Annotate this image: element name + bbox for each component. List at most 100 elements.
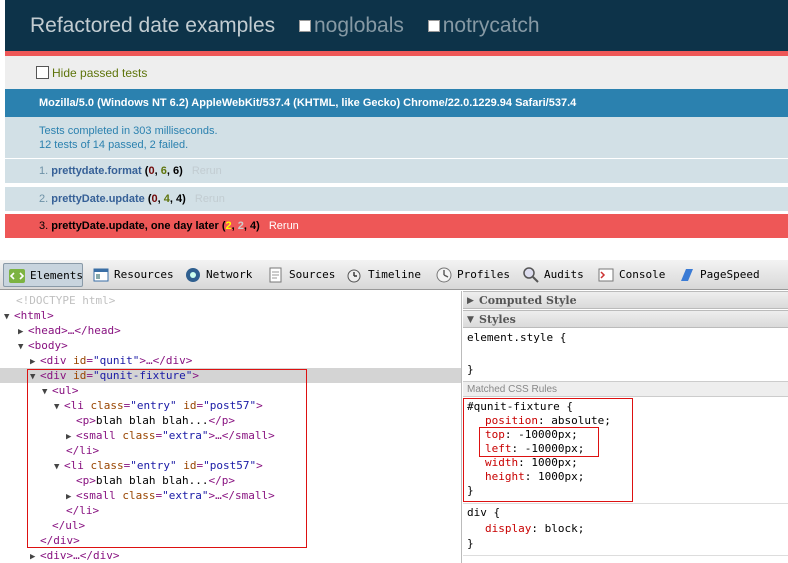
- tag-text: <div>…</div>: [40, 549, 120, 562]
- dom-node-html[interactable]: ▼ <html>: [0, 308, 461, 323]
- styles-header[interactable]: ▼ Styles: [463, 310, 788, 328]
- tab-label: Audits: [544, 268, 584, 281]
- passed-count: 4: [163, 193, 170, 205]
- divider: [463, 503, 788, 504]
- styles-sidebar: ▶ Computed Style ▼ Styles element.style { …: [463, 291, 788, 563]
- total-count: 4: [176, 193, 183, 205]
- passed-count: 6: [160, 165, 167, 177]
- tab-label: Resources: [114, 268, 174, 281]
- failed-count: 0: [151, 193, 158, 205]
- devtools-toolbar: Elements Resources Network Sources Timel…: [0, 260, 788, 290]
- result-time: Tests completed in 303 milliseconds.: [39, 125, 218, 137]
- total-count: 4: [249, 220, 257, 232]
- expand-triangle-icon: ▼: [467, 315, 474, 325]
- test-name[interactable]: prettyDate.update: [51, 193, 145, 205]
- collapse-triangle-icon: ▶: [467, 296, 474, 306]
- tab-sources[interactable]: Sources: [263, 263, 335, 287]
- tab-label: Elements: [30, 269, 83, 282]
- notrycatch-label[interactable]: notrycatch: [443, 14, 540, 37]
- pagespeed-icon: [678, 266, 696, 284]
- notrycatch-checkbox[interactable]: notrycatch: [427, 0, 540, 51]
- sources-icon: [267, 266, 285, 284]
- rerun-link[interactable]: Rerun: [195, 193, 225, 205]
- test-name[interactable]: prettyDate.update, one day later: [51, 220, 219, 232]
- tag-text: <html>: [14, 309, 54, 322]
- resources-icon: [92, 266, 110, 284]
- tab-label: Network: [206, 268, 253, 281]
- user-agent: Mozilla/5.0 (Windows NT 6.2) AppleWebKit…: [5, 89, 788, 117]
- result-counts: 12 tests of 14 passed, 2 failed.: [39, 139, 189, 151]
- tab-resources[interactable]: Resources: [88, 263, 174, 287]
- tab-timeline[interactable]: Timeline: [342, 263, 421, 287]
- div-selector[interactable]: div {: [467, 506, 500, 520]
- page-title[interactable]: Refactored date examples: [30, 14, 275, 37]
- passed-count: 2: [237, 220, 244, 232]
- timeline-icon: [346, 266, 364, 284]
- dom-node-div-collapsed[interactable]: ▶ <div>…</div>: [0, 548, 461, 563]
- test-counts: (0, 6, 6): [144, 165, 183, 177]
- test-number: 3.: [39, 220, 49, 232]
- test-number: 1.: [39, 165, 49, 177]
- attr-value: "qunit": [93, 354, 140, 367]
- test-item[interactable]: 1. prettydate.format (0, 6, 6) Rerun: [5, 159, 788, 183]
- collapse-triangle-icon[interactable]: ▶: [30, 550, 40, 563]
- section-title: Computed Style: [479, 294, 577, 307]
- test-item[interactable]: 2. prettyDate.update (0, 4, 4) Rerun: [5, 187, 788, 211]
- divider: [463, 555, 788, 556]
- noglobals-label[interactable]: noglobals: [314, 14, 404, 37]
- test-counts: (2, 2, 4): [221, 220, 260, 232]
- failed-count: 0: [148, 165, 155, 177]
- network-icon: [184, 266, 202, 284]
- elements-icon: [8, 267, 26, 285]
- test-name[interactable]: prettydate.format: [51, 165, 141, 177]
- dom-node-doctype[interactable]: <!DOCTYPE html>: [0, 293, 461, 308]
- tab-label: Console: [619, 268, 666, 281]
- noglobals-checkbox-box[interactable]: [298, 20, 311, 32]
- property-name: display: [485, 522, 532, 535]
- dom-node-div-qunit[interactable]: ▶ <div id="qunit">…</div>: [0, 353, 461, 368]
- section-title: Styles: [479, 313, 516, 326]
- hide-passed-label[interactable]: Hide passed tests: [52, 66, 147, 80]
- tag-text: >…</div>: [139, 354, 193, 367]
- tab-elements[interactable]: Elements: [3, 263, 83, 287]
- tab-label: Timeline: [368, 268, 421, 281]
- tab-label: PageSpeed: [700, 268, 760, 281]
- tag-text: <body>: [28, 339, 68, 352]
- rerun-link[interactable]: Rerun: [192, 165, 222, 177]
- tab-profiles[interactable]: Profiles: [431, 263, 510, 287]
- tab-network[interactable]: Network: [180, 263, 252, 287]
- tab-label: Profiles: [457, 268, 510, 281]
- hide-passed-checkbox[interactable]: [36, 66, 49, 79]
- console-icon: [597, 266, 615, 284]
- noglobals-checkbox[interactable]: noglobals: [298, 0, 404, 51]
- matched-rules-header: Matched CSS Rules: [463, 381, 788, 397]
- profiles-icon: [435, 266, 453, 284]
- dom-tree-panel: <!DOCTYPE html> ▼ <html> ▶ <head>…</head> …: [0, 291, 462, 563]
- tab-pagespeed[interactable]: PageSpeed: [674, 263, 760, 287]
- qunit-header: Refactored date examples noglobals notry…: [5, 0, 788, 51]
- element-style-selector[interactable]: element.style {: [467, 331, 566, 345]
- rerun-link[interactable]: Rerun: [269, 220, 299, 232]
- tab-audits[interactable]: Audits: [518, 263, 584, 287]
- tag-text: <head>…</head>: [28, 324, 121, 337]
- divider: [5, 211, 788, 212]
- computed-style-header[interactable]: ▶ Computed Style: [463, 291, 788, 309]
- highlight-box: [27, 369, 307, 548]
- test-number: 2.: [39, 193, 49, 205]
- property-value: block;: [544, 522, 585, 535]
- notrycatch-checkbox-box[interactable]: [427, 20, 440, 32]
- test-result-summary: Tests completed in 303 milliseconds. 12 …: [5, 117, 788, 158]
- close-brace: }: [467, 363, 474, 376]
- highlight-box: [479, 427, 599, 457]
- attr-name: id: [73, 354, 87, 367]
- tag-text: <div: [40, 354, 67, 367]
- test-counts: (0, 4, 4): [147, 193, 186, 205]
- css-property[interactable]: display: block;: [485, 522, 584, 536]
- total-count: 6: [172, 165, 180, 177]
- test-item-failed[interactable]: 3. prettyDate.update, one day later (2, …: [5, 214, 788, 238]
- dom-node-head[interactable]: ▶ <head>…</head>: [0, 323, 461, 338]
- doctype-text: <!DOCTYPE html>: [16, 294, 116, 307]
- dom-node-body[interactable]: ▼ <body>: [0, 338, 461, 353]
- tab-label: Sources: [289, 268, 336, 281]
- tab-console[interactable]: Console: [593, 263, 665, 287]
